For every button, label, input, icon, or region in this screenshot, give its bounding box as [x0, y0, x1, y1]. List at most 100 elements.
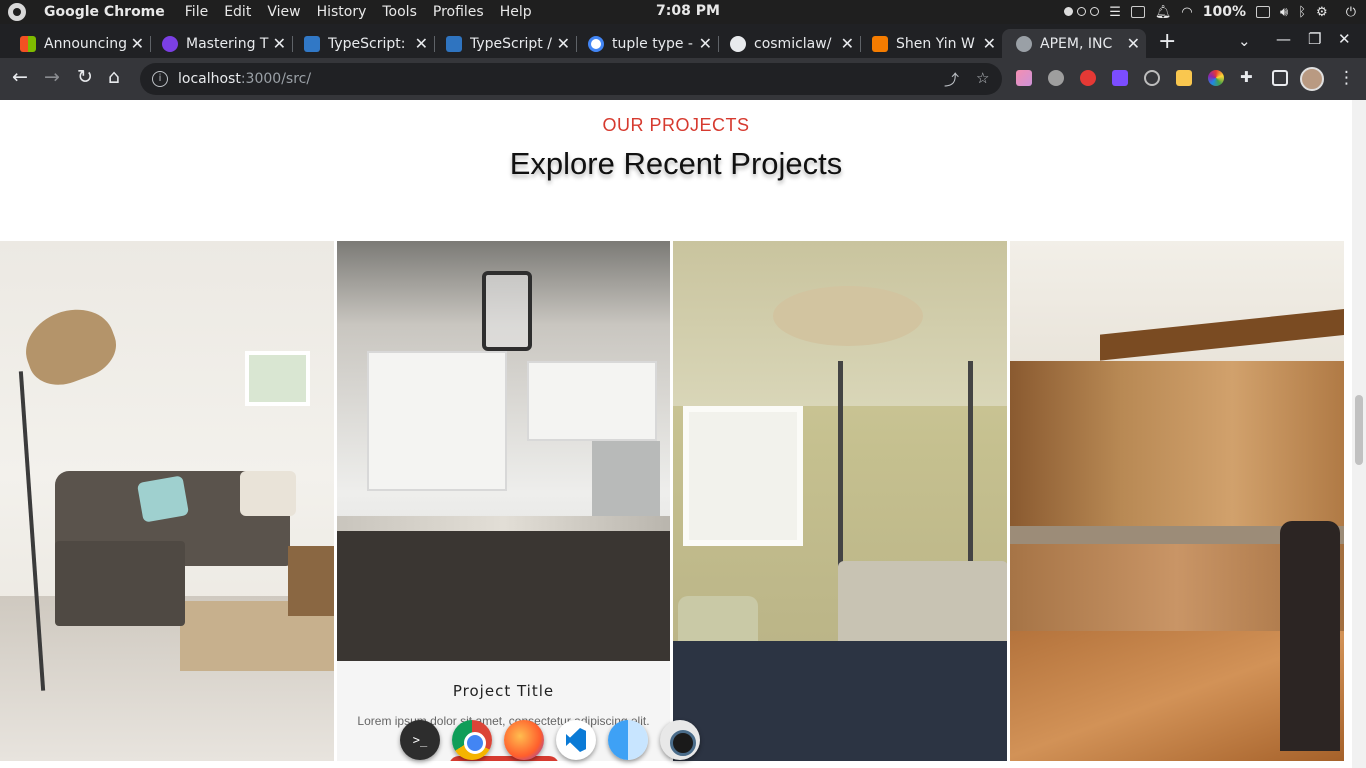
project-title: Project Title: [452, 682, 555, 700]
extension-spy-icon[interactable]: [1048, 70, 1064, 86]
tab-typescript-2[interactable]: TypeScript / ✕: [432, 29, 576, 58]
extension-v-icon[interactable]: [1112, 70, 1128, 86]
tab-announcing[interactable]: Announcing ✕: [6, 29, 150, 58]
extensions-puzzle-icon[interactable]: ✚: [1240, 68, 1256, 86]
chrome-menu-kebab-icon[interactable]: ⋮: [1338, 68, 1355, 88]
finder-icon[interactable]: [608, 720, 648, 760]
reload-icon[interactable]: ↻: [77, 66, 93, 88]
camera-icon[interactable]: [660, 720, 700, 760]
battery-level[interactable]: 100%: [1203, 4, 1246, 20]
menu-view[interactable]: View: [267, 4, 300, 20]
browser-toolbar: ← → ↻ ⌂ i localhost:3000/src/ ⤴ ☆ ✚ ⋮: [0, 58, 1366, 100]
tab-close-icon[interactable]: ✕: [983, 34, 996, 53]
forward-arrow-icon[interactable]: →: [44, 66, 60, 88]
tab-search-chevron-icon[interactable]: ⌄: [1238, 32, 1251, 50]
url-host: localhost: [178, 71, 241, 87]
tab-close-icon[interactable]: ✕: [415, 34, 428, 53]
tab-title: Shen Yin W: [896, 35, 975, 52]
microsoft-favicon-icon: [20, 35, 36, 52]
site-info-icon[interactable]: i: [152, 71, 168, 87]
extension-red-icon[interactable]: [1080, 70, 1096, 86]
tab-title: tuple type -: [612, 35, 693, 52]
tab-mastering[interactable]: Mastering T ✕: [148, 29, 292, 58]
web-page: OUR PROJECTS Explore Recent Projects Pro…: [0, 100, 1366, 768]
bell-icon[interactable]: 🔔︎: [1155, 5, 1172, 20]
chrome-icon[interactable]: [452, 720, 492, 760]
section-heading: Explore Recent Projects: [509, 146, 843, 181]
battery-icon: [1256, 6, 1271, 18]
vscode-icon[interactable]: [556, 720, 596, 760]
tab-close-icon[interactable]: ✕: [131, 34, 144, 53]
tab-title: Announcing: [44, 35, 127, 52]
back-arrow-icon[interactable]: ←: [12, 66, 28, 88]
profile-avatar[interactable]: [1300, 67, 1324, 91]
terminal-icon[interactable]: >_: [400, 720, 440, 760]
project-card-wood-kitchen[interactable]: [1010, 241, 1344, 761]
home-icon[interactable]: ⌂: [108, 66, 120, 88]
close-window-button[interactable]: ✕: [1338, 30, 1351, 48]
tab-title: APEM, INC: [1040, 35, 1113, 52]
extension-target-icon[interactable]: [1144, 70, 1160, 86]
tab-apem-active[interactable]: APEM, INC ✕: [1002, 29, 1146, 58]
share-icon[interactable]: ⤴: [944, 69, 959, 90]
tab-close-icon[interactable]: ✕: [557, 34, 570, 53]
menu-help[interactable]: Help: [500, 4, 532, 20]
volume-icon[interactable]: 🔊︎: [1280, 5, 1288, 20]
google-favicon-icon: [588, 35, 604, 52]
extension-yellow-icon[interactable]: [1176, 70, 1192, 86]
restore-button[interactable]: ❐: [1308, 30, 1321, 48]
tab-close-icon[interactable]: ✕: [1127, 34, 1140, 53]
scrollbar-thumb[interactable]: [1355, 395, 1363, 465]
app-name-menu[interactable]: Google Chrome: [44, 4, 165, 20]
os-menu-bar: Google Chrome File Edit View History Too…: [0, 0, 1366, 24]
page-scrollbar[interactable]: [1352, 100, 1366, 768]
url-path: :3000/src/: [240, 71, 312, 87]
typescript-favicon-icon: [446, 35, 462, 52]
bookmark-star-icon[interactable]: ☆: [976, 69, 989, 87]
os-dock: >_: [400, 716, 700, 764]
menu-edit[interactable]: Edit: [224, 4, 251, 20]
tab-title: cosmiclaw/: [754, 35, 832, 52]
browser-tab-strip: Announcing ✕ Mastering T ✕ TypeScript: ✕…: [0, 24, 1366, 58]
github-favicon-icon: [730, 35, 746, 52]
graphql-favicon-icon: [162, 35, 178, 52]
section-subtitle: OUR PROJECTS: [602, 115, 750, 135]
wrench-icon[interactable]: ⚙︎: [1316, 5, 1328, 20]
folder-icon[interactable]: [1130, 6, 1145, 18]
extension-gradient-icon[interactable]: [1016, 70, 1032, 86]
tab-title: TypeScript /: [470, 35, 552, 52]
workspace-indicator[interactable]: [1063, 5, 1100, 20]
tab-close-icon[interactable]: ✕: [841, 34, 854, 53]
tab-title: Mastering T: [186, 35, 269, 52]
menu-file[interactable]: File: [185, 4, 208, 20]
project-card-kitchen[interactable]: Project Title Lorem ipsum dolor sit amet…: [337, 241, 670, 761]
tab-title: TypeScript:: [328, 35, 406, 52]
tab-cosmiclaw[interactable]: cosmiclaw/ ✕: [716, 29, 860, 58]
power-icon[interactable]: ⏻: [1346, 5, 1356, 20]
menu-tools[interactable]: Tools: [382, 4, 417, 20]
new-tab-button[interactable]: +: [1158, 29, 1176, 54]
address-bar[interactable]: i localhost:3000/src/ ⤴ ☆: [140, 63, 1002, 95]
extension-color-wheel-icon[interactable]: [1208, 70, 1224, 86]
menu-history[interactable]: History: [317, 4, 367, 20]
os-status-area: ☰ 🔔︎ ◠ 100% 🔊︎ ᛒ ⚙︎ ⏻: [1063, 0, 1356, 24]
menu-list-icon[interactable]: ☰: [1109, 5, 1121, 20]
project-card-living-room[interactable]: [0, 241, 334, 761]
side-panel-icon[interactable]: [1272, 70, 1288, 86]
tab-shen-yin[interactable]: Shen Yin W ✕: [858, 29, 1002, 58]
tab-tuple-type[interactable]: tuple type - ✕: [574, 29, 718, 58]
minimize-button[interactable]: —: [1276, 30, 1291, 48]
os-clock[interactable]: 7:08 PM: [656, 3, 720, 19]
wifi-icon[interactable]: ◠: [1181, 5, 1192, 20]
tab-close-icon[interactable]: ✕: [699, 34, 712, 53]
tab-close-icon[interactable]: ✕: [273, 34, 286, 53]
tab-typescript-1[interactable]: TypeScript: ✕: [290, 29, 434, 58]
firefox-icon[interactable]: [504, 720, 544, 760]
menu-profiles[interactable]: Profiles: [433, 4, 484, 20]
site-favicon-icon: [872, 35, 888, 52]
project-card-bedroom[interactable]: [673, 241, 1007, 761]
globe-favicon-icon: [1016, 35, 1032, 52]
typescript-favicon-icon: [304, 35, 320, 52]
bluetooth-icon[interactable]: ᛒ: [1298, 5, 1306, 20]
os-logo-icon[interactable]: [8, 3, 26, 21]
